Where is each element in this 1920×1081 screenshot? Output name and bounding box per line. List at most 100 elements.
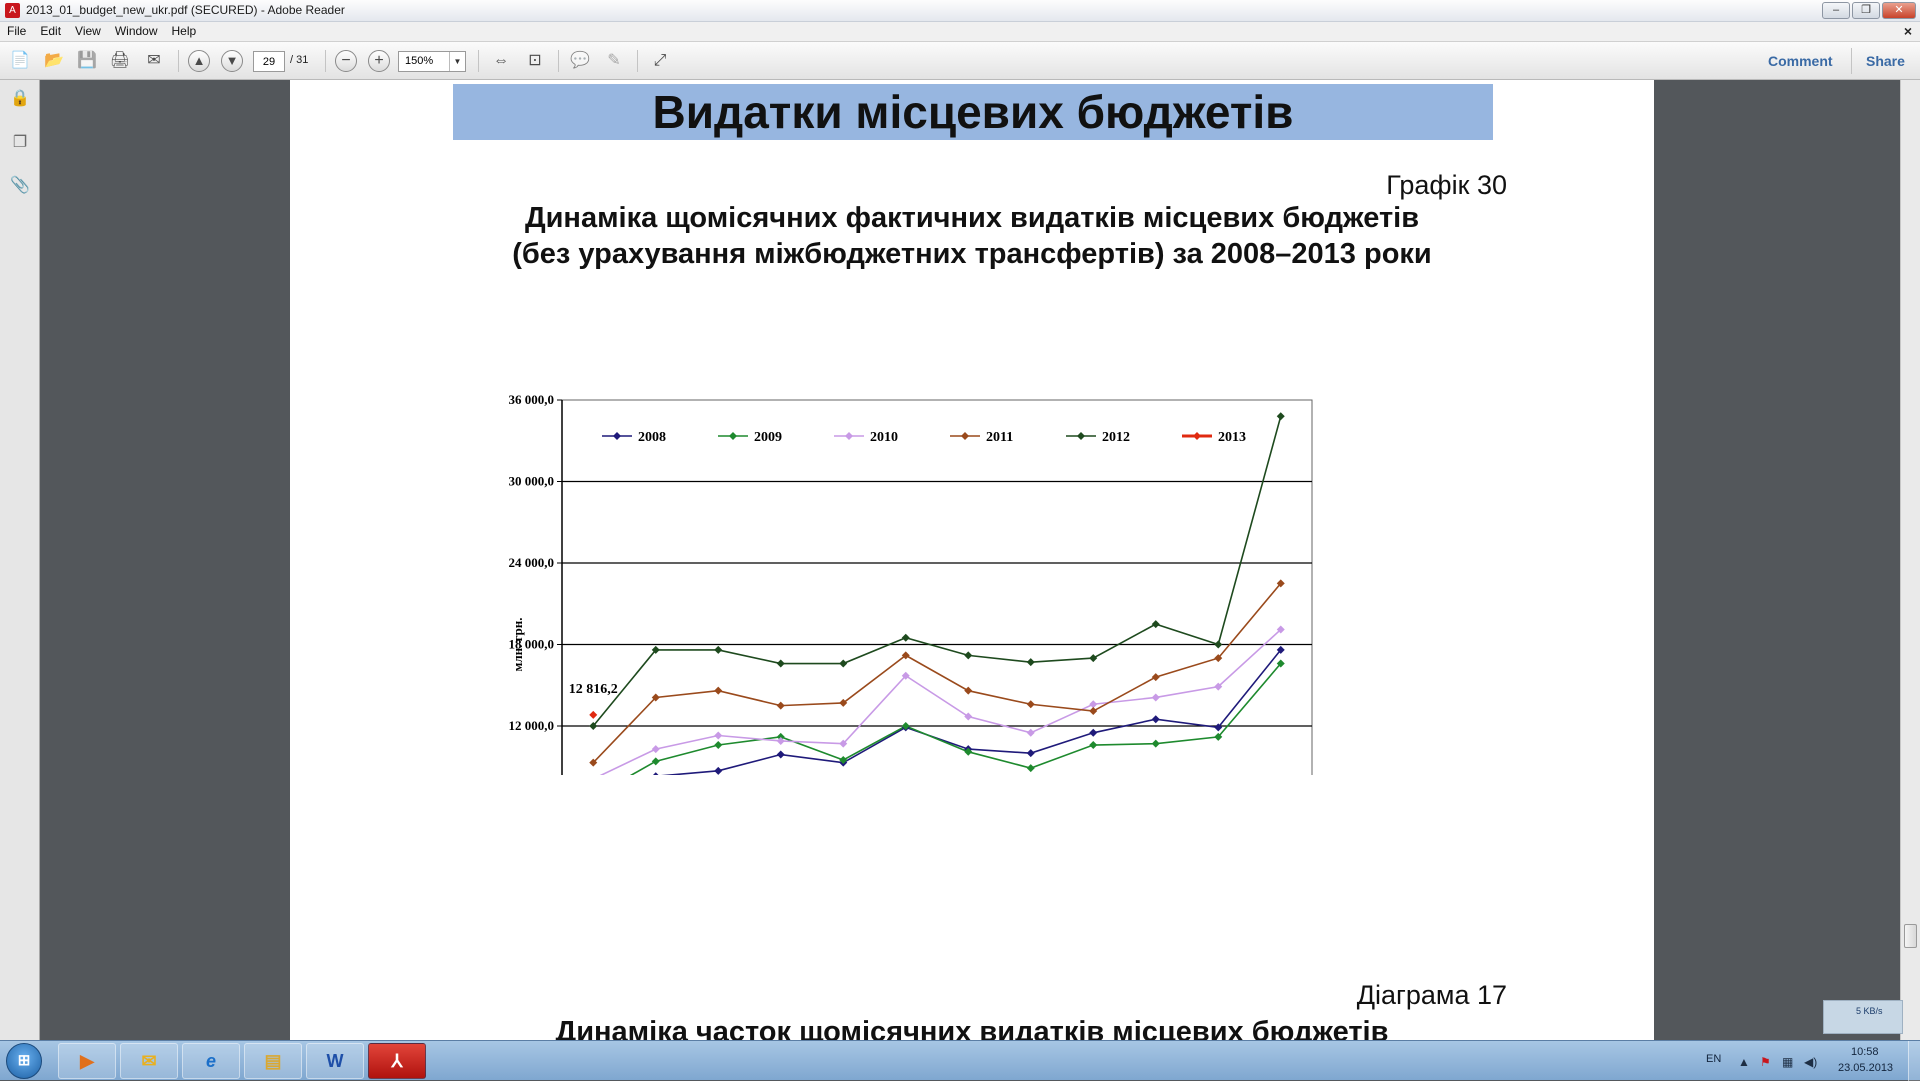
legend-label-2010: 2010 [870,430,898,445]
window-title: 2013_01_budget_new_ukr.pdf (SECURED) - A… [26,3,345,17]
menu-window[interactable]: Window [108,22,165,40]
adobe-reader-icon: ⅄ [392,1051,403,1071]
data-point-2010 [1027,729,1035,737]
legend-label-2012: 2012 [1102,430,1130,445]
outlook-icon: ✉ [141,1051,156,1071]
section-title: Видатки місцевих бюджетів [453,84,1493,140]
zoom-out-icon[interactable]: − [335,50,357,72]
legend-marker-2011 [961,432,969,440]
start-button[interactable]: ⊞ [6,1043,42,1079]
data-point-2008 [1152,715,1160,723]
fit-page-icon[interactable]: ⊡ [523,49,547,73]
fit-width-icon[interactable]: ⇔ [489,49,513,73]
next-page-icon[interactable]: ▼ [221,50,243,72]
zoom-in-icon[interactable]: + [368,50,390,72]
comment-button[interactable]: Comment [1768,53,1833,69]
zoom-select[interactable]: 150% ▼ [398,51,466,72]
data-point-2009 [1152,740,1160,748]
series-line-2008 [593,650,1281,775]
figure-number: Графік 30 [1386,170,1507,201]
page-number-input[interactable] [253,51,285,72]
pages-icon[interactable]: ❐ [10,132,30,154]
series-line-2009 [593,664,1281,775]
data-point-2009 [714,741,722,749]
chart-legend: 200820092010201120122013 [602,430,1246,445]
menu-file[interactable]: File [0,22,33,40]
document-viewport[interactable]: Видатки місцевих бюджетів Графік 30 Дина… [41,80,1900,1040]
toolbar-separator [1851,48,1852,74]
data-point-2011 [1027,700,1035,708]
data-point-2010 [1152,693,1160,701]
data-point-2012 [1089,654,1097,662]
data-point-2010 [964,712,972,720]
data-point-2009 [652,757,660,765]
lock-icon[interactable]: 🔒 [10,88,30,110]
sticky-note-icon[interactable]: 💬 [568,49,592,73]
show-hidden-icons-icon[interactable]: ▲ [1738,1055,1750,1069]
taskbar-app-internet-explorer[interactable]: e [182,1043,240,1079]
clock-date[interactable]: 23.05.2013 [1838,1062,1893,1074]
close-window-button[interactable]: ✕ [1882,2,1916,19]
attachments-icon[interactable]: 📎 [10,175,30,197]
zoom-value: 150% [405,55,433,67]
data-point-2008 [714,767,722,775]
taskbar-app-word[interactable]: W [306,1043,364,1079]
email-icon[interactable]: ✉ [142,49,166,73]
chart-points [589,412,1285,775]
data-point-2010 [652,745,660,753]
action-center-icon[interactable]: ⚑ [1760,1055,1771,1069]
save-icon[interactable]: 💾 [75,49,99,73]
data-point-2012 [714,646,722,654]
chevron-down-icon[interactable]: ▼ [449,52,465,71]
legend-marker-2012 [1077,432,1085,440]
line-chart: 0,06 000,012 000,018 000,024 000,030 000… [470,305,1370,775]
close-document-button[interactable]: × [1904,23,1912,39]
clock-time[interactable]: 10:58 [1851,1046,1879,1058]
taskbar-app-media-player[interactable]: ▶ [58,1043,116,1079]
series-line-2010 [593,630,1281,775]
menu-view[interactable]: View [68,22,108,40]
taskbar-app-outlook[interactable]: ✉ [120,1043,178,1079]
volume-icon[interactable]: ◀) [1804,1055,1817,1069]
title-bar: A 2013_01_budget_new_ukr.pdf (SECURED) -… [0,0,1920,22]
legend-marker-2010 [845,432,853,440]
menu-edit[interactable]: Edit [33,22,68,40]
y-tick-label: 12 000,0 [509,718,555,733]
create-pdf-icon[interactable]: 📄 [8,49,32,73]
vertical-scrollbar[interactable] [1900,80,1920,1040]
full-screen-icon[interactable]: ⤢ [648,49,672,73]
minimize-button[interactable]: – [1822,2,1850,19]
toolbar-separator [637,50,638,72]
page-total-label: / 31 [290,54,308,66]
legend-label-2013: 2013 [1218,430,1246,445]
toolbar-separator [558,50,559,72]
language-indicator[interactable]: EN [1706,1053,1721,1065]
data-point-2010 [714,732,722,740]
scrollbar-thumb[interactable] [1904,924,1917,948]
previous-page-icon[interactable]: ▲ [188,50,210,72]
data-point-2011 [1152,673,1160,681]
data-point-2008 [1027,749,1035,757]
menu-help[interactable]: Help [165,22,204,40]
share-button[interactable]: Share [1866,53,1905,69]
toolbar-separator [178,50,179,72]
open-icon[interactable]: 📂 [42,49,66,73]
print-icon[interactable]: 🖨 [108,49,132,73]
restore-button[interactable]: ❐ [1852,2,1880,19]
taskbar-app-file-explorer[interactable]: ▤ [244,1043,302,1079]
network-speed-widget: 5 KB/s [1823,1000,1903,1034]
data-point-2012 [839,660,847,668]
figure-2-title: Динаміка часток щомісячних видатків місц… [290,1014,1654,1040]
taskbar-app-adobe-reader[interactable]: ⅄ [368,1043,426,1079]
toolbar: 📄 📂 💾 🖨 ✉ ▲ ▼ / 31 − + 150% ▼ ⇔ ⊡ 💬 ✎ ⤢ … [0,42,1920,80]
pdf-page: Видатки місцевих бюджетів Графік 30 Дина… [290,80,1654,1040]
data-point-2008 [652,772,660,775]
y-tick-label: 36 000,0 [509,392,555,407]
figure-title-line-1: Динаміка щомісячних фактичних видатків м… [290,200,1654,236]
legend-marker-2009 [729,432,737,440]
network-icon[interactable]: ▦ [1782,1055,1793,1069]
highlight-icon[interactable]: ✎ [602,49,626,73]
show-desktop-button[interactable] [1908,1041,1920,1081]
adobe-reader-icon: A [5,3,20,18]
legend-marker-2013 [1193,432,1201,440]
